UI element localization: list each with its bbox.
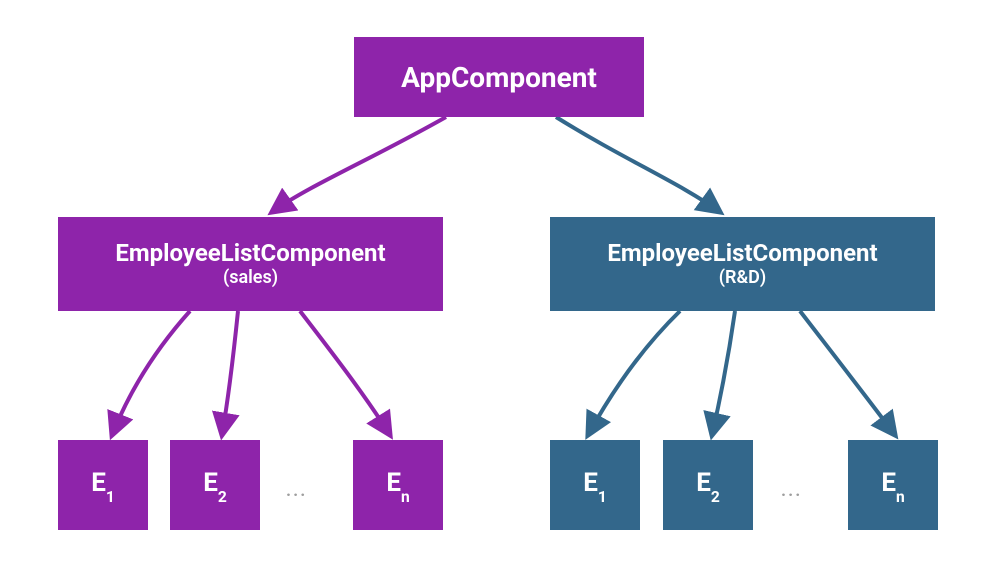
sales-ellipsis: ...	[286, 480, 307, 501]
rnd-employee-e2-node: E2	[663, 440, 753, 530]
employee-list-sales-node: EmployeeListComponent (sales)	[58, 217, 443, 311]
sales-employee-e2-node: E2	[170, 440, 260, 530]
employee-list-sales-title: EmployeeListComponent	[115, 240, 385, 266]
root-label: AppComponent	[401, 61, 597, 94]
leaf-label: E2	[696, 468, 720, 501]
employee-list-sales-subtitle: (sales)	[223, 267, 278, 288]
root-component-node: AppComponent	[354, 37, 644, 117]
employee-list-rnd-title: EmployeeListComponent	[607, 240, 877, 266]
employee-list-rnd-node: EmployeeListComponent (R&D)	[550, 217, 935, 311]
leaf-label: E1	[583, 468, 607, 501]
employee-list-rnd-subtitle: (R&D)	[719, 267, 766, 288]
rnd-employee-en-node: En	[848, 440, 938, 530]
leaf-label: E1	[91, 468, 115, 501]
leaf-label: En	[881, 468, 904, 501]
sales-employee-en-node: En	[353, 440, 443, 530]
rnd-ellipsis: ...	[781, 480, 802, 501]
sales-employee-e1-node: E1	[58, 440, 148, 530]
leaf-label: E2	[203, 468, 227, 501]
rnd-employee-e1-node: E1	[550, 440, 640, 530]
leaf-label: En	[386, 468, 409, 501]
